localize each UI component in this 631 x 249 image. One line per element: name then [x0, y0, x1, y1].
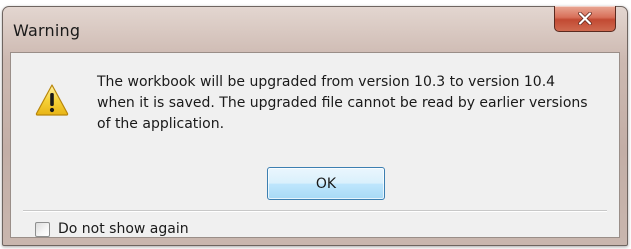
close-icon	[578, 12, 592, 25]
warning-icon	[35, 84, 69, 116]
do-not-show-again-label[interactable]: Do not show again	[58, 221, 189, 237]
warning-message: The workbook will be upgraded from versi…	[97, 74, 588, 132]
ok-button[interactable]: OK	[267, 167, 385, 200]
divider	[23, 210, 607, 212]
do-not-show-again-row[interactable]: Do not show again	[35, 219, 189, 239]
title-bar[interactable]: Warning	[3, 6, 627, 41]
warning-dialog: Warning The workbook will be upgraded fr…	[2, 6, 628, 246]
close-button[interactable]	[554, 6, 616, 32]
dialog-title: Warning	[13, 21, 81, 40]
do-not-show-again-checkbox[interactable]	[35, 221, 50, 237]
dialog-content: The workbook will be upgraded from versi…	[10, 52, 620, 238]
